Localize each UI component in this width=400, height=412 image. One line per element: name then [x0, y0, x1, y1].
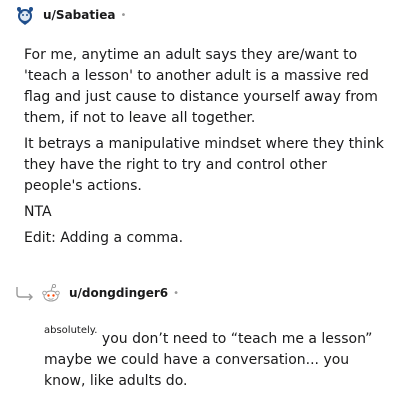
comment-paragraph: Edit: Adding a comma.	[24, 230, 184, 246]
reply-header: u/dongdinger6 •	[14, 282, 179, 304]
separator-dot: •	[120, 9, 127, 21]
comment-body: For me, anytime an adult says they are/w…	[24, 45, 384, 254]
snoo-default-avatar-icon	[42, 283, 60, 302]
reply-text: you don’t need to “teach me a lesson” ma…	[44, 331, 373, 389]
comment-paragraph: NTA	[24, 204, 52, 220]
separator-dot: •	[173, 287, 180, 299]
reply-body: absolutely. you don’t need to “teach me …	[44, 320, 384, 392]
username[interactable]: u/Sabatiea	[43, 8, 115, 22]
avatar[interactable]	[14, 4, 36, 26]
comment-paragraph: It betrays a manipulative mindset where …	[24, 136, 384, 194]
comment-header: u/Sabatiea •	[14, 4, 126, 26]
superscript-text: absolutely.	[44, 325, 98, 336]
avatar[interactable]	[40, 282, 62, 304]
snoo-avatar-icon	[17, 7, 33, 25]
comment-paragraph: For me, anytime an adult says they are/w…	[24, 47, 378, 126]
username[interactable]: u/dongdinger6	[69, 286, 168, 300]
reply-arrow-icon	[14, 285, 36, 301]
